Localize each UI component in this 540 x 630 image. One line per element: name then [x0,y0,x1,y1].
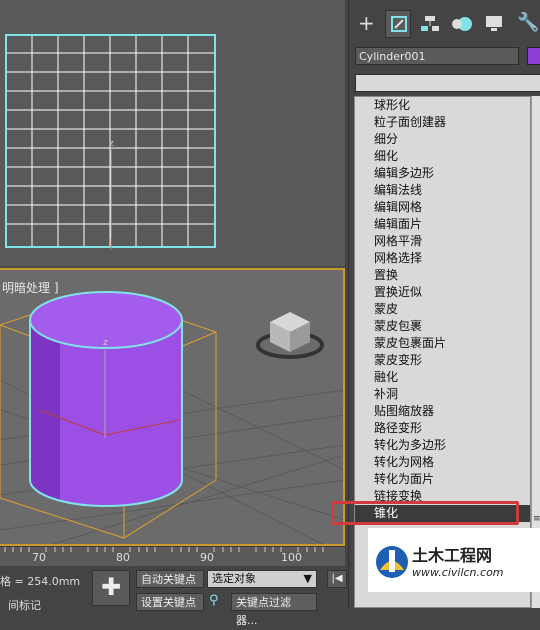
tab-utilities[interactable]: 🔧 [513,10,539,38]
modifier-list-item[interactable]: 粒子面创建器 [355,114,530,131]
modifier-list-item[interactable]: 蒙皮变形 [355,352,530,369]
key-filters-button[interactable]: 关键点过滤器... [231,593,317,627]
modifier-list-item[interactable]: 蒙皮 [355,301,530,318]
status-bar: 格 = 254.0mm 间标记 ✚ 自动关键点 设置关键点 选定对象 ▼ ⚲ 关… [0,566,350,627]
modifier-list-item[interactable]: 补洞 [355,386,530,403]
chevron-down-icon: ▼ [303,572,312,585]
modifier-list-item[interactable]: 置换 [355,267,530,284]
modifier-list-item[interactable]: 网格平滑 [355,233,530,250]
modifier-list-item[interactable]: 编辑多边形 [355,165,530,182]
selected-object-value: 选定对象 [212,572,256,585]
key-mode-button[interactable]: ✚ [92,570,130,606]
top-viewport[interactable]: z [0,0,345,268]
watermark-title: 土木工程网 [412,546,493,565]
create-icon: + [358,11,375,35]
timeline-tick-label: 80 [116,551,130,564]
modifier-list-item[interactable]: 细化 [355,148,530,165]
top-axis-label: z [109,139,114,149]
add-time-tag-text[interactable]: 间标记 [8,597,41,613]
modifier-list-item[interactable]: 细分 [355,131,530,148]
modifier-list-item[interactable]: 融化 [355,369,530,386]
time-slider[interactable]: 70 80 90 100 [0,546,345,567]
modifier-list-item[interactable]: 转化为多边形 [355,437,530,454]
perspective-viewport[interactable]: 明暗处理 ] z [0,268,345,546]
motion-icon [452,17,472,31]
modifier-list-item[interactable]: 路径变形 [355,420,530,437]
modifier-list-item[interactable]: 贴图缩放器 [355,403,530,420]
modifier-list-item[interactable]: 编辑网格 [355,199,530,216]
modifier-list-item[interactable]: 编辑法线 [355,182,530,199]
timeline-tick-label: 70 [32,551,46,564]
timeline-tick-label: 100 [281,551,302,564]
modifier-list-item[interactable]: 编辑面片 [355,216,530,233]
scroll-thumb-icon: ≡ [533,514,540,524]
utilities-icon: 🔧 [517,12,540,33]
tab-modify[interactable] [385,10,411,38]
command-panel-tabs: + 🔧 [349,10,540,38]
display-icon [486,16,502,31]
tab-create[interactable]: + [353,10,379,38]
persp-axis-label: z [103,338,108,348]
tab-hierarchy[interactable] [417,10,443,38]
modifier-list-item[interactable]: 蒙皮包裹面片 [355,335,530,352]
watermark-url: www.civilcn.com [412,566,504,579]
go-to-start-button[interactable]: |◀ [327,570,347,588]
timeline-tick-label: 90 [200,551,214,564]
modifier-list-item[interactable]: 置换近似 [355,284,530,301]
key-filter-icon: ⚲ [209,593,219,608]
watermark: 土木工程网 www.civilcn.com [368,528,540,592]
tab-display[interactable] [481,10,507,38]
perspective-scene [0,291,343,544]
auto-key-button[interactable]: 自动关键点 [136,570,204,588]
modifier-list-dropdown[interactable] [355,74,540,92]
object-color-swatch[interactable] [527,47,540,65]
tab-motion[interactable] [449,10,475,38]
modifier-list-item[interactable]: 蒙皮包裹 [355,318,530,335]
grid-size-text: 格 = 254.0mm [0,575,81,588]
modifier-list-item[interactable]: 网格选择 [355,250,530,267]
modifier-list-item[interactable]: 转化为网格 [355,454,530,471]
hierarchy-icon [421,16,439,31]
object-name-field[interactable]: Cylinder001 [355,47,519,65]
set-key-button[interactable]: 设置关键点 [136,593,204,611]
modifier-list-item[interactable]: 球形化 [355,97,530,114]
top-viewport-grid [5,34,216,250]
modifier-list-item[interactable]: 转化为面片 [355,471,530,488]
watermark-logo-icon [376,546,408,578]
go-to-start-icon: |◀ [331,573,343,584]
highlight-box [331,501,519,525]
selected-object-dropdown[interactable]: 选定对象 ▼ [207,570,317,588]
set-key-plus-icon: ✚ [101,573,122,601]
modify-icon [391,16,407,32]
